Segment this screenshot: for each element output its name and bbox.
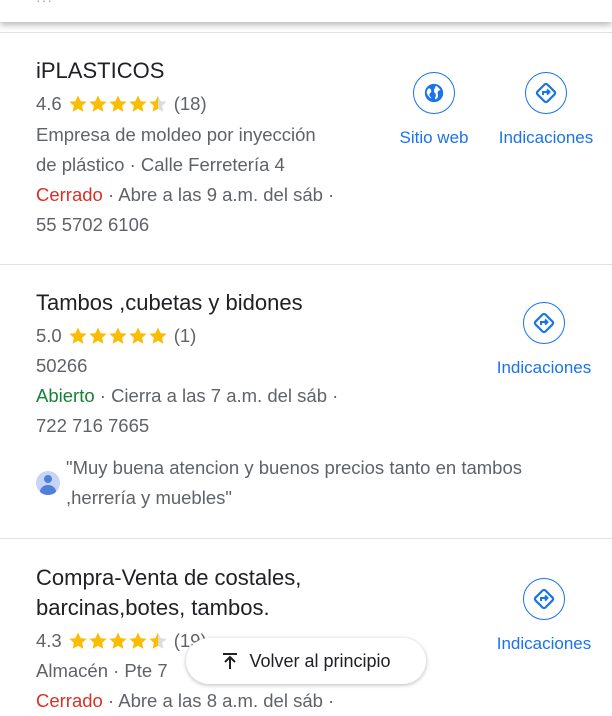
star-icon bbox=[109, 632, 127, 649]
listing-card[interactable]: Compra-Venta de costales, barcinas,botes… bbox=[0, 539, 612, 716]
star-rating bbox=[68, 631, 168, 651]
website-icon-circle[interactable] bbox=[413, 72, 455, 114]
hours-line: Abierto · Cierra a las 7 a.m. del sáb · bbox=[36, 381, 338, 411]
star-icon bbox=[129, 95, 147, 112]
directions-button[interactable]: Indicaciones bbox=[494, 302, 594, 378]
category-line: Empresa de moldeo por inyección bbox=[36, 124, 316, 145]
rating-value: 5.0 bbox=[36, 325, 62, 346]
star-icon bbox=[129, 327, 147, 344]
globe-icon bbox=[424, 83, 444, 103]
directions-icon bbox=[533, 312, 555, 334]
hours-text: · Abre a las 9 a.m. del sáb · bbox=[102, 184, 335, 205]
star-icon bbox=[149, 632, 167, 649]
rating-value: 4.3 bbox=[36, 630, 62, 651]
directions-icon-circle[interactable] bbox=[525, 72, 567, 114]
previous-card-bottom: ··· bbox=[0, 0, 612, 22]
star-icon bbox=[69, 632, 87, 649]
star-icon bbox=[129, 632, 147, 649]
star-rating bbox=[68, 94, 168, 114]
status-closed: Cerrado bbox=[36, 184, 103, 205]
more-indicator: ··· bbox=[36, 0, 53, 8]
listing-card[interactable]: Tambos ,cubetas y bidones 5.0 (1) 50266 … bbox=[0, 265, 612, 538]
address-line: de plástico · Calle Ferretería 4 bbox=[36, 154, 285, 175]
status-closed: Cerrado bbox=[36, 690, 103, 711]
directions-icon bbox=[535, 82, 557, 104]
website-label[interactable]: Sitio web bbox=[384, 128, 484, 148]
listing-title[interactable]: Tambos ,cubetas y bidones bbox=[36, 288, 303, 318]
directions-label[interactable]: Indicaciones bbox=[494, 634, 594, 654]
hours-line: Cerrado · Abre a las 9 a.m. del sáb · bbox=[36, 180, 334, 210]
directions-button[interactable]: Indicaciones bbox=[494, 578, 594, 654]
star-icon bbox=[149, 95, 167, 112]
listing-title[interactable]: iPLASTICOS bbox=[36, 56, 164, 86]
directions-button[interactable]: Indicaciones bbox=[496, 72, 596, 148]
listing-card[interactable]: iPLASTICOS 4.6 (18) Empresa de moldeo po… bbox=[0, 33, 612, 264]
star-icon bbox=[89, 632, 107, 649]
hours-line: Cerrado · Abre a las 8 a.m. del sáb · bbox=[36, 686, 334, 716]
back-to-top-label[interactable]: Volver al principio bbox=[249, 651, 390, 672]
star-icon bbox=[89, 95, 107, 112]
back-to-top-button[interactable]: Volver al principio bbox=[186, 638, 426, 684]
status-open: Abierto bbox=[36, 385, 95, 406]
star-icon bbox=[69, 327, 87, 344]
directions-icon-circle[interactable] bbox=[523, 578, 565, 620]
directions-icon-circle[interactable] bbox=[523, 302, 565, 344]
listing-title-line2[interactable]: barcinas,botes, tambos. bbox=[36, 593, 270, 623]
directions-label[interactable]: Indicaciones bbox=[494, 358, 594, 378]
listing-title-line1[interactable]: Compra-Venta de costales, bbox=[36, 563, 301, 593]
hours-text: · Abre a las 8 a.m. del sáb · bbox=[102, 690, 335, 711]
category-line: 50266 bbox=[36, 355, 88, 376]
star-icon bbox=[149, 327, 167, 344]
phone-number[interactable]: 55 5702 6106 bbox=[36, 210, 149, 240]
rating-row: 4.3 (19) bbox=[36, 626, 207, 656]
rating-value: 4.6 bbox=[36, 93, 62, 114]
review-count[interactable]: (1) bbox=[174, 321, 197, 351]
review-text: "Muy buena atencion y buenos precios tan… bbox=[66, 457, 522, 508]
star-rating bbox=[68, 326, 168, 346]
arrow-up-icon bbox=[223, 653, 238, 669]
review-count[interactable]: (18) bbox=[174, 89, 207, 119]
star-icon bbox=[69, 95, 87, 112]
avatar-icon bbox=[36, 471, 60, 495]
star-icon bbox=[89, 327, 107, 344]
star-icon bbox=[109, 327, 127, 344]
review-snippet[interactable]: "Muy buena atencion y buenos precios tan… bbox=[36, 453, 536, 513]
directions-icon bbox=[533, 588, 555, 610]
rating-row: 5.0 (1) bbox=[36, 321, 196, 351]
category-line: Almacén · Pte 7 bbox=[36, 660, 168, 681]
website-button[interactable]: Sitio web bbox=[384, 72, 484, 148]
rating-row: 4.6 (18) bbox=[36, 89, 207, 119]
phone-number[interactable]: 722 716 7665 bbox=[36, 411, 149, 441]
star-icon bbox=[109, 95, 127, 112]
hours-text: · Cierra a las 7 a.m. del sáb · bbox=[94, 385, 339, 406]
directions-label[interactable]: Indicaciones bbox=[496, 128, 596, 148]
